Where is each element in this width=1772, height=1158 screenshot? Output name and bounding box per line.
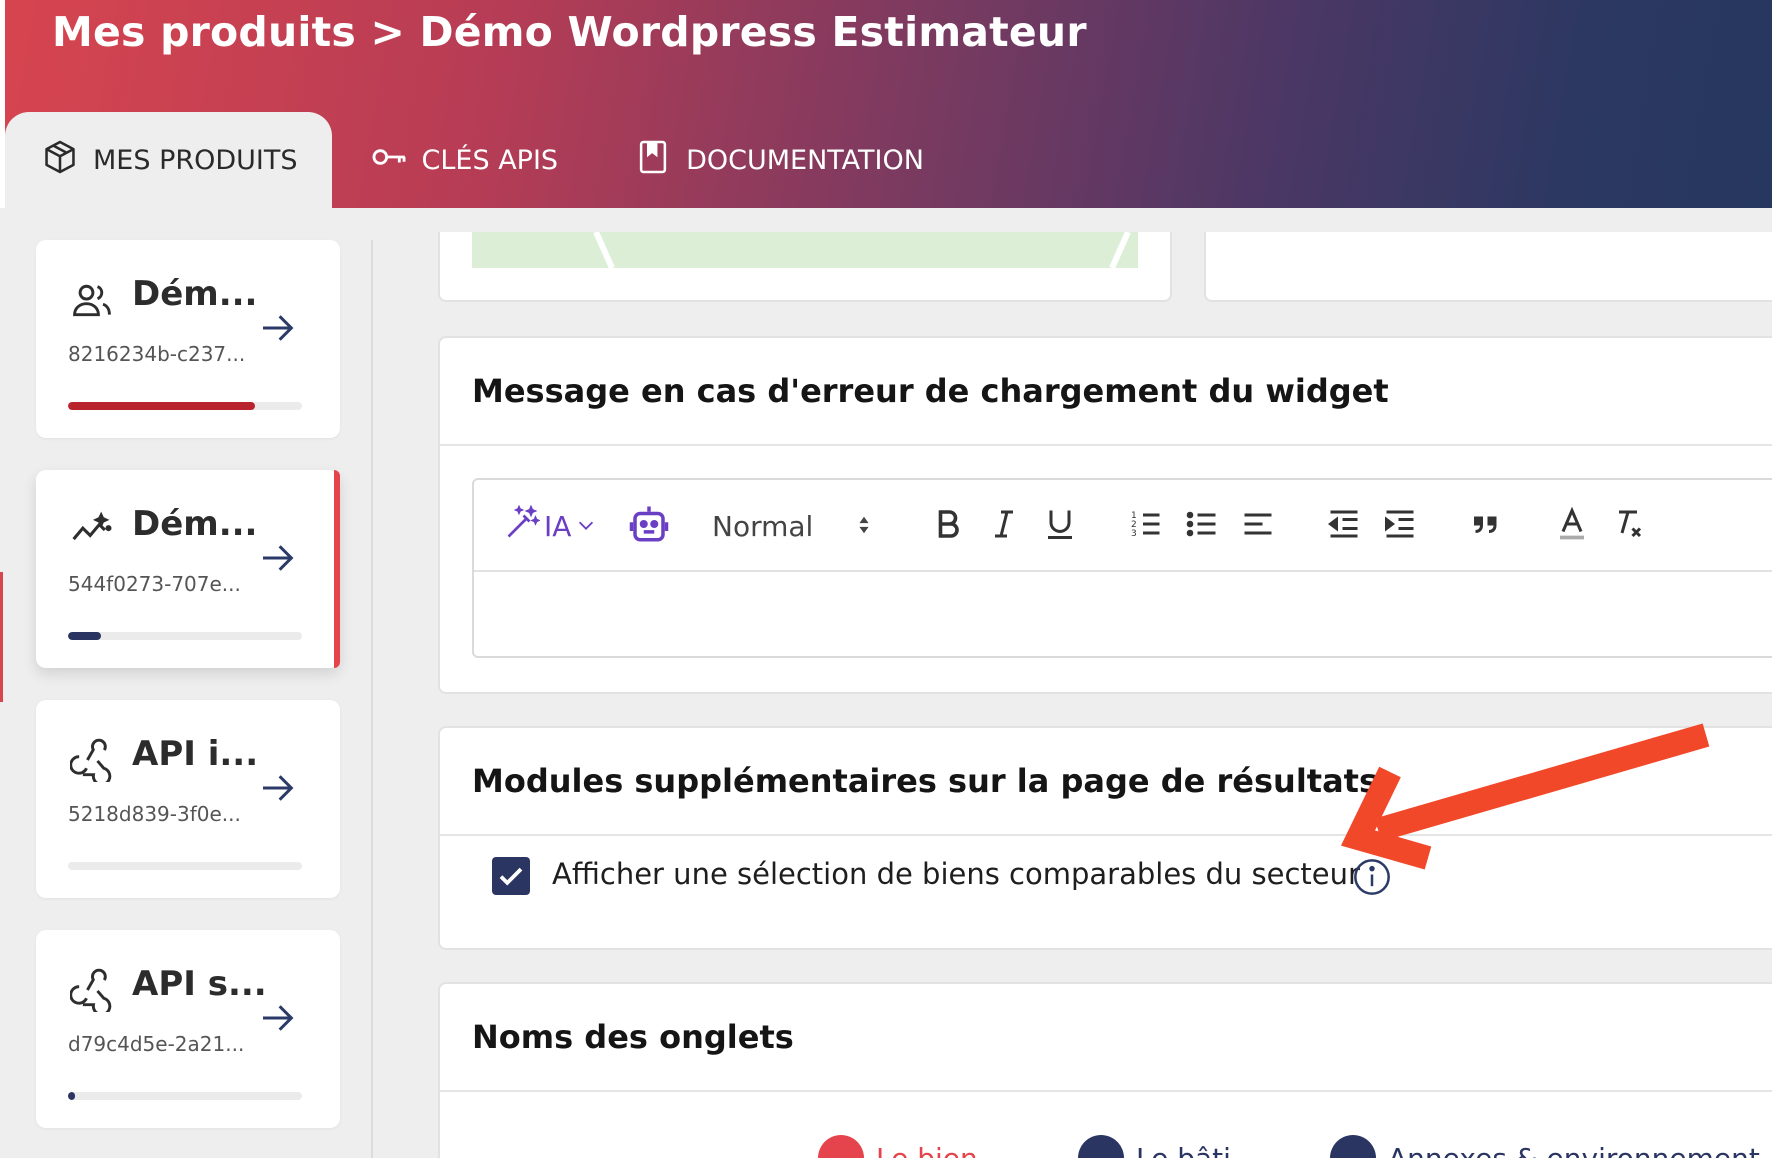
section-separator <box>440 1090 1772 1092</box>
home-icon <box>818 1135 864 1158</box>
product-progress-fill <box>68 632 101 640</box>
product-id: d79c4d5e-2a21... <box>68 1032 245 1056</box>
ai-label: IA <box>544 509 572 543</box>
users-icon <box>70 278 114 322</box>
product-progress <box>68 862 302 870</box>
tab-documentation[interactable]: DOCUMENTATION <box>596 112 962 208</box>
product-name: API i... <box>132 734 259 774</box>
chevron-down-icon <box>575 510 597 543</box>
ordered-list-icon: 123 <box>1128 506 1164 546</box>
book-icon <box>634 138 672 183</box>
svg-text:3: 3 <box>1131 529 1137 539</box>
product-name: Dém... <box>132 274 258 314</box>
text-color-button[interactable] <box>1554 506 1590 546</box>
rich-text-editor: IA Normal 123 <box>472 478 1772 658</box>
align-left-icon <box>1240 506 1276 546</box>
product-progress-fill <box>68 402 256 410</box>
product-id: 5218d839-3f0e... <box>68 802 241 826</box>
tab-preview-label: Le bien <box>876 1141 978 1158</box>
tab-preview-le-bien[interactable]: Le bien <box>818 1135 978 1158</box>
outdent-button[interactable] <box>1326 506 1362 546</box>
section-title: Message en cas d'erreur de chargement du… <box>472 372 1389 410</box>
magic-wand-icon <box>504 504 541 548</box>
underline-icon <box>1042 506 1078 546</box>
annotation-arrow <box>1340 723 1710 870</box>
ordered-list-button[interactable]: 123 <box>1128 506 1164 546</box>
key-icon <box>370 138 408 183</box>
tab-label: DOCUMENTATION <box>686 144 924 176</box>
tab-label: CLÉS APIS <box>421 144 559 176</box>
left-edge-marker <box>0 572 3 702</box>
product-progress-fill <box>68 1092 76 1100</box>
section-separator <box>440 444 1772 446</box>
map-roads <box>593 232 1131 268</box>
align-button[interactable] <box>1240 506 1276 546</box>
indent-button[interactable] <box>1382 506 1418 546</box>
ai-dropdown[interactable]: IA <box>504 504 597 548</box>
arrow-right-icon[interactable] <box>258 998 298 1038</box>
clear-format-icon <box>1610 506 1646 546</box>
webhook-icon <box>69 738 114 786</box>
comparables-checkbox[interactable] <box>492 857 530 895</box>
arrow-right-icon[interactable] <box>258 768 298 808</box>
tab-preview-label: Le bâti <box>1136 1141 1231 1158</box>
format-select-value: Normal <box>712 509 814 543</box>
product-progress <box>68 1092 302 1100</box>
arrow-right-icon[interactable] <box>258 308 298 348</box>
underline-button[interactable] <box>1042 506 1078 546</box>
breadcrumb: Mes produits > Démo Wordpress Estimateur <box>52 8 1087 56</box>
product-card[interactable]: Dém... 544f0273-707e... <box>36 470 340 668</box>
product-card[interactable]: API s... d79c4d5e-2a21... <box>36 930 340 1128</box>
up-down-icon <box>853 510 875 543</box>
tab-names-card: Noms des onglets <box>438 982 1772 1158</box>
tab-label: MES PRODUITS <box>93 144 298 176</box>
webhook-icon <box>69 968 114 1016</box>
indent-icon <box>1382 506 1418 546</box>
product-card[interactable]: Dém... 8216234b-c237... <box>36 240 340 438</box>
bullet-list-button[interactable] <box>1184 506 1220 546</box>
tab-mes-produits[interactable]: MES PRODUITS <box>5 112 332 208</box>
blockquote-button[interactable] <box>1468 506 1504 546</box>
tab-cles-apis[interactable]: CLÉS APIS <box>332 112 597 208</box>
italic-button[interactable] <box>986 506 1022 546</box>
map-preview-card <box>438 232 1172 302</box>
editor-toolbar: IA Normal 123 <box>474 480 1772 572</box>
trend-sparkle-icon <box>70 508 114 552</box>
editor-content[interactable] <box>474 572 1772 658</box>
section-title: Noms des onglets <box>472 1018 794 1056</box>
map-preview <box>472 232 1138 268</box>
outdent-icon <box>1326 506 1362 546</box>
app-header: Mes produits > Démo Wordpress Estimateur… <box>0 0 1772 208</box>
building-icon <box>1078 1135 1124 1158</box>
robot-button[interactable] <box>628 506 670 546</box>
tree-icon <box>1330 1135 1376 1158</box>
product-progress <box>68 632 302 640</box>
main-tabs: MES PRODUITS CLÉS APIS DOCUMENTATION <box>5 112 962 208</box>
bold-icon <box>930 506 966 546</box>
bold-button[interactable] <box>930 506 966 546</box>
text-color-icon <box>1554 506 1590 546</box>
product-card[interactable]: API i... 5218d839-3f0e... <box>36 700 340 898</box>
format-select[interactable]: Normal <box>712 506 875 546</box>
product-id: 8216234b-c237... <box>68 342 246 366</box>
section-title: Modules supplémentaires sur la page de r… <box>472 762 1379 800</box>
bullet-list-icon <box>1184 506 1220 546</box>
tab-preview-label: Annexes & environnement <box>1388 1141 1760 1158</box>
side-preview-card <box>1204 232 1772 302</box>
sidebar-divider <box>371 240 373 1158</box>
arrow-right-icon[interactable] <box>258 538 298 578</box>
italic-icon <box>986 506 1022 546</box>
checkbox-label: Afficher une sélection de biens comparab… <box>552 857 1360 891</box>
robot-icon <box>628 503 670 549</box>
product-progress <box>68 402 302 410</box>
box-icon <box>41 138 79 183</box>
product-name: API s... <box>132 964 267 1004</box>
checkmark-icon <box>499 867 523 886</box>
quote-icon <box>1468 506 1504 546</box>
product-id: 544f0273-707e... <box>68 572 241 596</box>
tab-preview-annexes[interactable]: Annexes & environnement <box>1330 1135 1760 1158</box>
clear-format-button[interactable] <box>1610 506 1646 546</box>
tab-preview-le-bati[interactable]: Le bâti <box>1078 1135 1231 1158</box>
product-name: Dém... <box>132 504 258 544</box>
